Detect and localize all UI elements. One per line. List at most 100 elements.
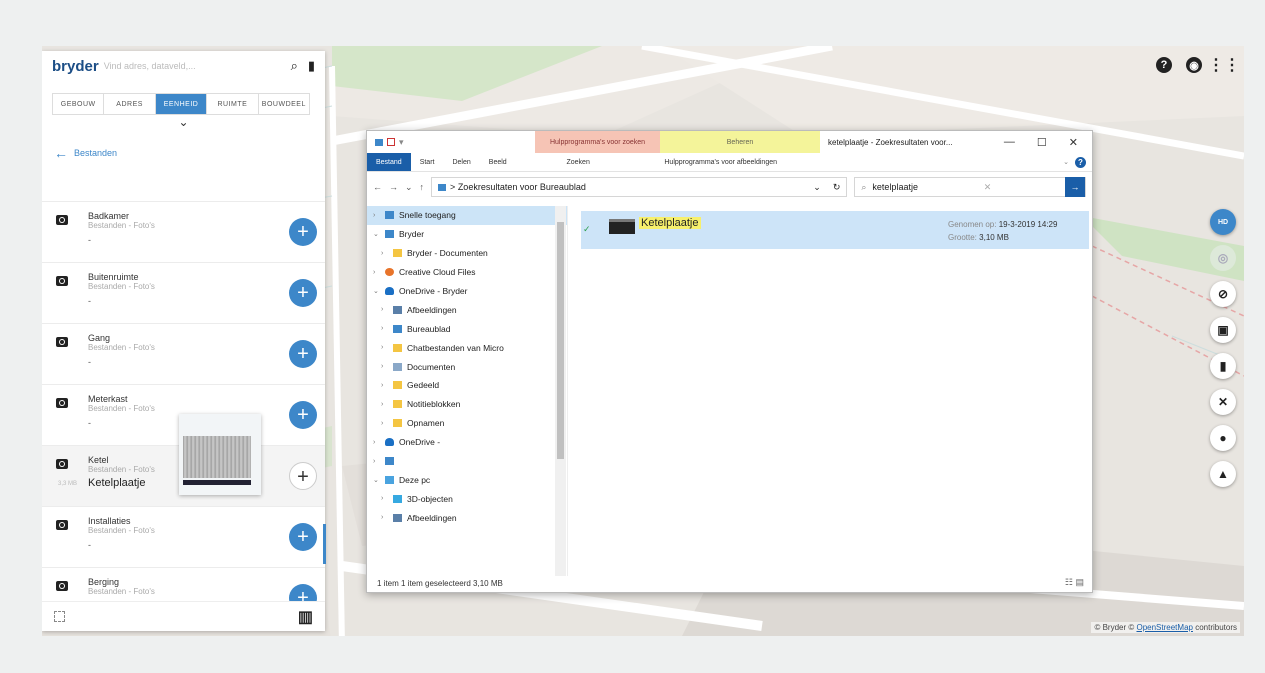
tab-bouwdeel[interactable]: BOUWDEEL — [259, 94, 309, 114]
collapse-icon[interactable]: ⌄ — [373, 476, 381, 484]
chevron-down-icon[interactable]: ⌄ — [1063, 158, 1069, 166]
list-item[interactable]: Gang Bestanden - Foto's - + — [42, 323, 325, 384]
back-arrow-icon[interactable]: ← — [373, 182, 382, 192]
tab-zoeken[interactable]: Zoeken — [516, 153, 641, 171]
recent-dropdown-icon[interactable]: ⌄ — [405, 182, 413, 193]
expand-icon[interactable]: › — [381, 514, 389, 521]
nav-item[interactable]: › Gedeeld — [367, 376, 567, 395]
forward-arrow-icon[interactable]: → — [389, 182, 398, 192]
help-icon[interactable]: ? — [1075, 156, 1086, 168]
nav-scroll-thumb[interactable] — [557, 222, 564, 459]
list-item[interactable]: Buitenruimte Bestanden - Foto's - + — [42, 262, 325, 323]
search-box[interactable]: ⌕ ketelplaatje ✕ → — [854, 177, 1086, 197]
help-icon[interactable]: ? — [1156, 57, 1172, 73]
account-icon[interactable]: ◉ — [1186, 57, 1202, 73]
hd-icon[interactable]: HD — [1210, 209, 1236, 235]
expand-icon[interactable]: › — [381, 306, 389, 313]
expand-icon[interactable]: › — [373, 458, 381, 465]
navigate-arrow-icon[interactable]: ▲ — [1210, 461, 1236, 487]
nav-item[interactable]: › Notitieblokken — [367, 395, 567, 414]
clear-search-icon[interactable]: ✕ — [984, 182, 992, 193]
search-go-button[interactable]: → — [1064, 177, 1085, 197]
apps-grid-icon[interactable]: ⋮⋮ — [1208, 57, 1240, 74]
up-arrow-icon[interactable]: ↑ — [420, 182, 425, 192]
expand-icon[interactable]: › — [381, 495, 389, 502]
map-icon[interactable]: ▮ — [1210, 353, 1236, 379]
expand-icon[interactable]: › — [381, 382, 389, 389]
nav-item[interactable]: › OneDrive - — [367, 433, 567, 452]
view-toggle-icons[interactable]: ☷ ▤ — [1065, 577, 1084, 588]
map-toggle-icon[interactable]: ▮ — [308, 58, 315, 74]
collapse-icon[interactable]: ⌄ — [373, 287, 381, 295]
add-button[interactable]: + — [289, 279, 317, 307]
tab-ruimte[interactable]: RUIMTE — [207, 94, 259, 114]
nav-item[interactable]: › Chatbestanden van Micro — [367, 338, 567, 357]
nav-item[interactable]: › Bureaublad — [367, 319, 567, 338]
add-button[interactable]: + — [289, 401, 317, 429]
scroll-indicator[interactable] — [323, 524, 326, 564]
nav-item[interactable]: › Opnamen — [367, 414, 567, 433]
nav-item[interactable]: › Afbeeldingen — [367, 508, 567, 527]
tab-eenheid[interactable]: EENHEID — [155, 94, 208, 114]
list-item[interactable]: Badkamer Bestanden - Foto's - + — [42, 201, 325, 262]
checkbox-icon[interactable] — [387, 138, 395, 146]
expand-icon[interactable]: › — [373, 212, 381, 219]
minimize-icon[interactable]: — — [1004, 136, 1015, 148]
expand-icon[interactable]: › — [373, 439, 381, 446]
search-input[interactable]: Vind adres, dataveld,... — [104, 61, 281, 71]
nav-item[interactable]: ⌄ Bryder — [367, 225, 567, 244]
expand-icon[interactable]: › — [381, 401, 389, 408]
nav-item[interactable]: › Afbeeldingen — [367, 300, 567, 319]
location-pin-icon[interactable]: ● — [1210, 425, 1236, 451]
back-link[interactable]: ← Bestanden — [42, 143, 325, 163]
collapse-icon[interactable]: ⌄ — [373, 230, 381, 238]
nav-item[interactable]: ⌄ OneDrive - Bryder — [367, 282, 567, 301]
dropdown-icon[interactable]: ▾ — [399, 137, 404, 148]
address-dropdown-icon[interactable]: ⌄ — [813, 182, 821, 193]
maximize-icon[interactable]: ☐ — [1037, 136, 1047, 149]
folder-icon[interactable] — [375, 138, 383, 146]
expand-icon[interactable]: › — [381, 363, 389, 370]
tab-image-tools[interactable]: Hulpprogramma's voor afbeeldingen — [641, 153, 801, 171]
tab-bestand[interactable]: Bestand — [367, 153, 411, 171]
drag-thumbnail[interactable] — [179, 414, 261, 495]
add-button[interactable]: + — [289, 218, 317, 246]
refresh-icon[interactable]: ↻ — [833, 182, 841, 193]
list-item[interactable]: Installaties Bestanden - Foto's - + — [42, 506, 325, 567]
expand-icon[interactable]: › — [381, 344, 389, 351]
add-button[interactable]: + — [289, 462, 317, 490]
nav-scrollbar[interactable] — [555, 206, 566, 576]
nav-item[interactable]: › Creative Cloud Files — [367, 263, 567, 282]
columns-icon[interactable]: ▥ — [298, 607, 313, 627]
address-bar[interactable]: > Zoekresultaten voor Bureaublad ⌄ ↻ — [431, 177, 848, 197]
expand-icon[interactable]: › — [381, 420, 389, 427]
expand-icon[interactable]: › — [381, 325, 389, 332]
camera-add-icon[interactable]: ▣ — [1210, 317, 1236, 343]
tab-start[interactable]: Start — [411, 153, 444, 171]
add-button[interactable]: + — [289, 340, 317, 368]
chevron-down-icon[interactable]: ⌄ — [42, 116, 325, 129]
hide-eye-icon[interactable]: ⊘ — [1210, 281, 1236, 307]
add-button[interactable]: + — [289, 584, 317, 601]
search-result-row[interactable]: ✓ Ketelplaatje Genomen op: 19-3-2019 14:… — [581, 211, 1089, 249]
search-icon[interactable]: ⌕ — [291, 58, 298, 74]
list-item[interactable]: Berging Bestanden - Foto's + — [42, 567, 325, 601]
nav-item[interactable]: › 3D-objecten — [367, 489, 567, 508]
expand-icon[interactable]: › — [381, 250, 389, 257]
close-icon[interactable]: ✕ — [1069, 136, 1078, 149]
tab-delen[interactable]: Delen — [443, 153, 479, 171]
expand-icon[interactable]: › — [373, 269, 381, 276]
nav-item[interactable]: › Snelle toegang — [367, 206, 567, 225]
nav-item[interactable]: ⌄ Deze pc — [367, 470, 567, 489]
osm-link[interactable]: OpenStreetMap — [1136, 623, 1192, 632]
tab-gebouw[interactable]: GEBOUW — [53, 94, 105, 114]
nav-item[interactable]: › — [367, 452, 567, 471]
eye-icon[interactable]: ◎ — [1210, 245, 1236, 271]
nav-item[interactable]: › Bryder - Documenten — [367, 244, 567, 263]
lasso-select-icon[interactable] — [54, 611, 65, 622]
add-button[interactable]: + — [289, 523, 317, 551]
tab-beeld[interactable]: Beeld — [480, 153, 516, 171]
layers-off-icon[interactable]: ✕ — [1210, 389, 1236, 415]
file-name[interactable]: Ketelplaatje — [88, 477, 146, 489]
tab-adres[interactable]: ADRES — [104, 94, 156, 114]
